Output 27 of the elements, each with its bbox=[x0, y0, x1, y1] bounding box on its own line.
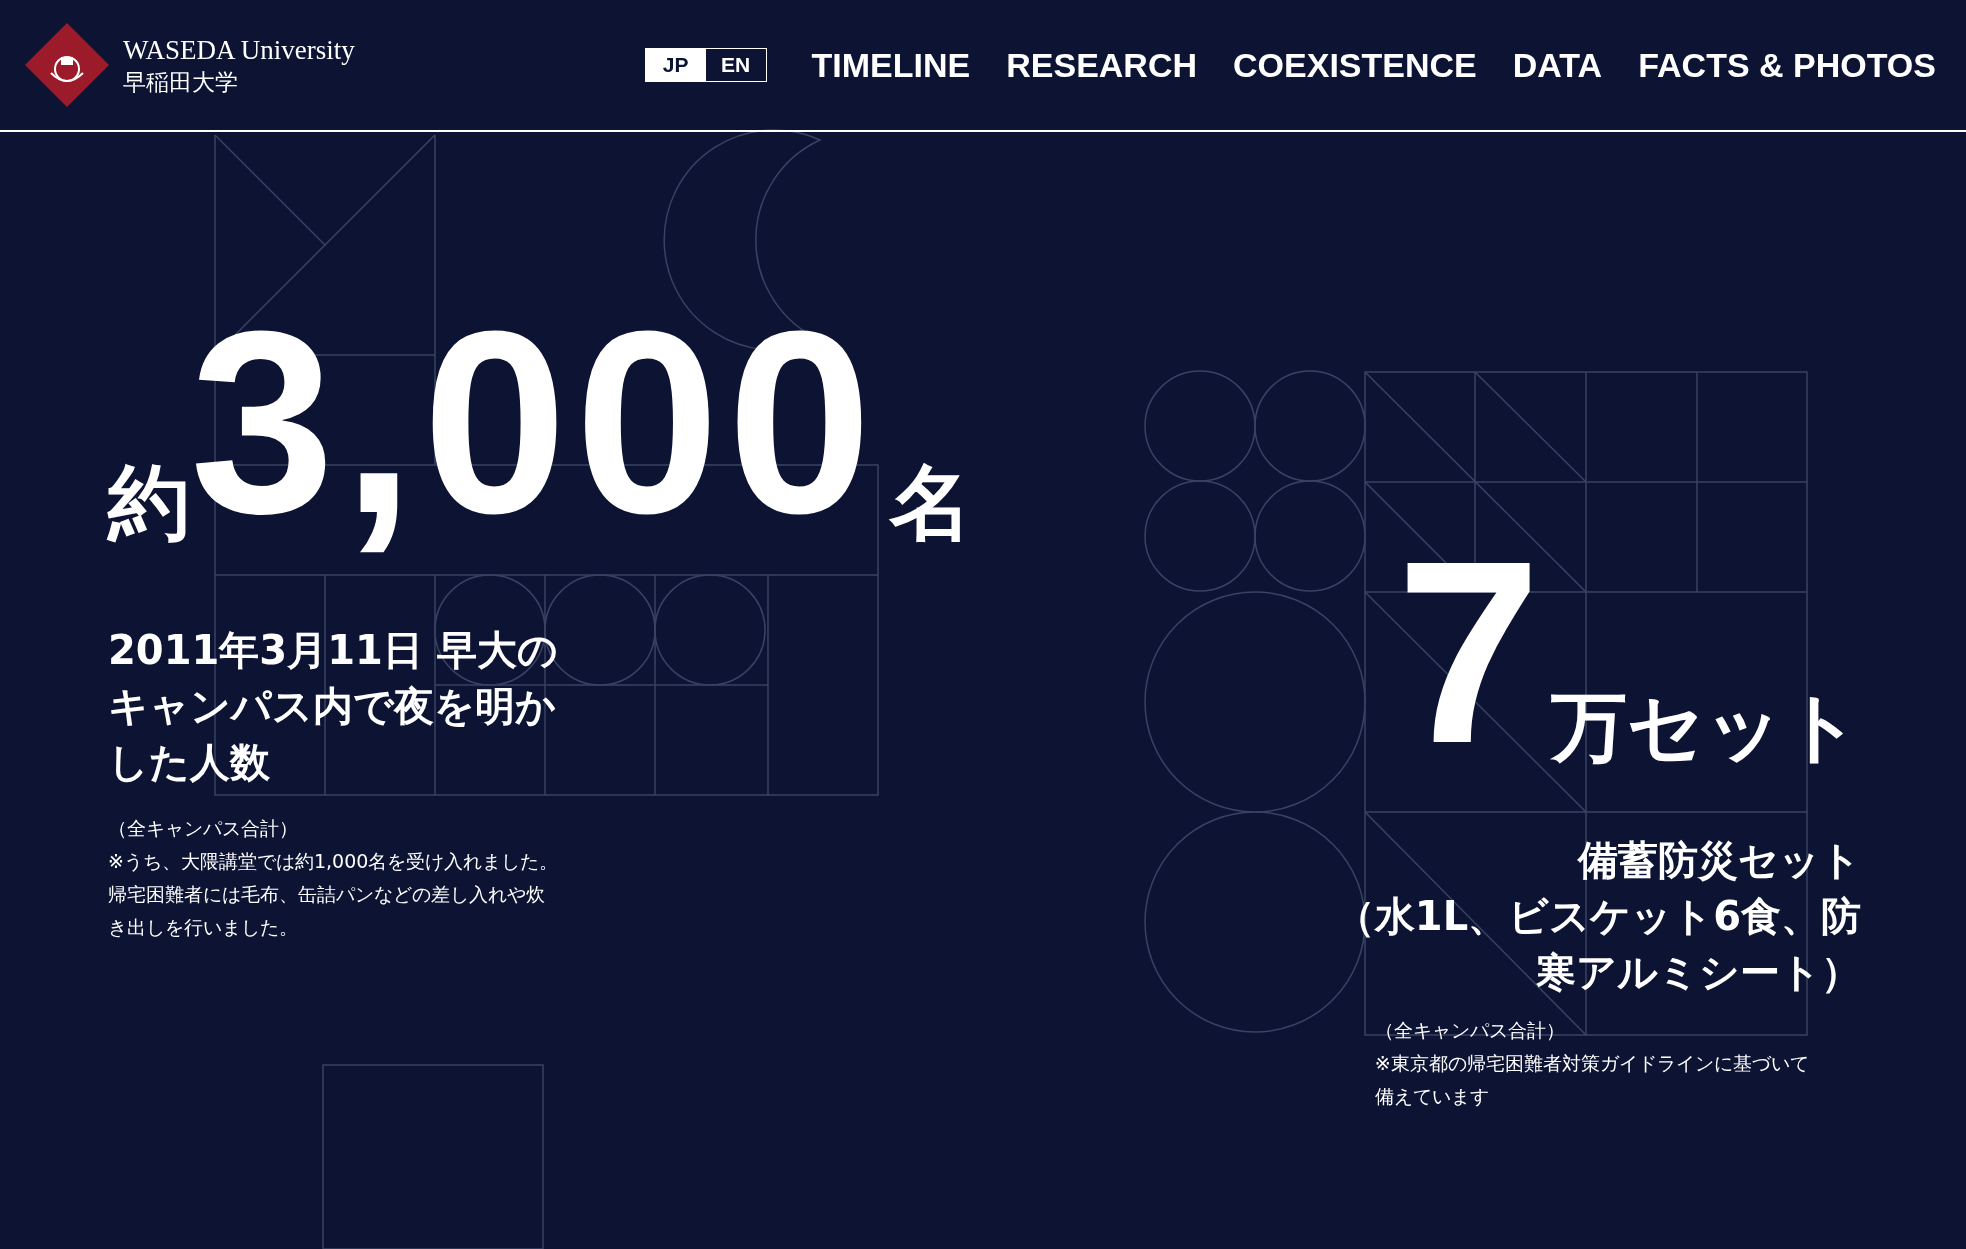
note-text: （全キャンパス合計） bbox=[108, 816, 299, 841]
nav-link[interactable]: DATA bbox=[1512, 39, 1603, 91]
note-text: ※東京都の帰宅困難者対策ガイドラインに基づいて bbox=[1374, 1051, 1809, 1076]
prefix-text: 約 bbox=[108, 454, 190, 552]
nav-link[interactable]: TIMELINE bbox=[811, 39, 971, 91]
nav-link[interactable]: FACTS & PHOTOS bbox=[1638, 39, 1936, 91]
unit-text: 万セット bbox=[1551, 682, 1861, 772]
note-text: （全キャンパス合計） bbox=[1374, 1018, 1566, 1043]
logo-text: 早稲田大学 bbox=[123, 67, 239, 97]
note-text: 帰宅困難者には毛布、缶詰パンなどの差し入れや炊 bbox=[108, 882, 546, 907]
stat-heading: 2011年3月11日 早大の bbox=[108, 626, 559, 675]
logo-text: WASEDA University bbox=[123, 33, 355, 67]
nav-link[interactable]: COEXISTENCE bbox=[1233, 39, 1477, 91]
crest-logo-icon[interactable] bbox=[25, 23, 109, 107]
stat-heading: キャンパス内で夜を明か bbox=[108, 682, 557, 731]
stat-heading: 備蓄防災セット bbox=[1578, 836, 1861, 885]
stat-heading: した人数 bbox=[108, 738, 271, 787]
stat-heading: （水1L、ビスケット6食、防 bbox=[1334, 892, 1861, 941]
note-text: ※うち、大隈講堂では約1,000名を受け入れました。 bbox=[108, 849, 560, 874]
nav-link[interactable]: RESEARCH bbox=[1006, 39, 1198, 91]
big-number: 7 bbox=[1396, 532, 1541, 772]
note-text: き出しを行いました。 bbox=[108, 915, 299, 940]
language-toggle[interactable]: JP bbox=[645, 49, 706, 81]
unit-text: 名 bbox=[889, 454, 972, 552]
stat-heading: 寒アルミシート） bbox=[1536, 948, 1861, 997]
big-number: 3,000 bbox=[190, 276, 880, 569]
note-text: 備えています bbox=[1374, 1084, 1490, 1109]
